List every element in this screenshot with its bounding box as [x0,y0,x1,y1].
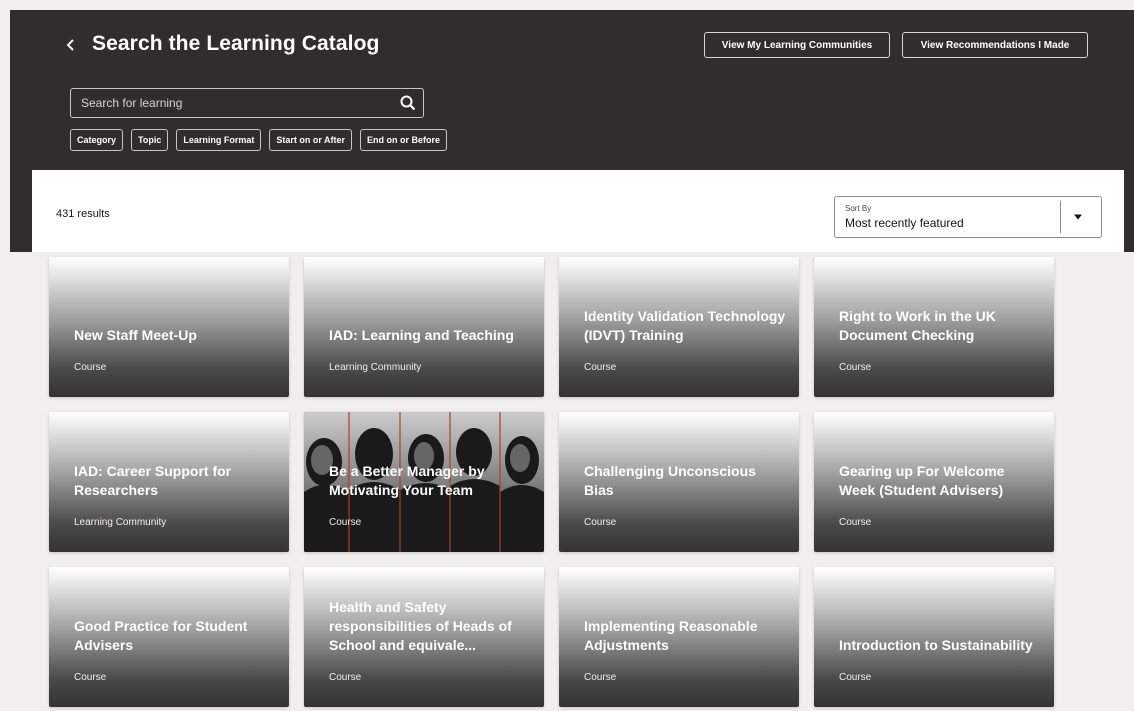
card-title: Identity Validation Technology (IDVT) Tr… [584,308,786,343]
filter-topic[interactable]: Topic [131,129,169,151]
card-title: Introduction to Sustainability [839,637,1033,653]
results-count: 431 results [56,208,110,220]
view-recommendations-button[interactable]: View Recommendations I Made [902,32,1088,58]
card-type: Course [329,672,362,683]
card-title: Good Practice for Student Advisers [74,618,248,653]
card-type: Course [839,517,872,528]
course-card[interactable]: Good Practice for Student Advisers Cours… [49,567,289,707]
page: Search the Learning Catalog View My Lear… [0,0,1134,711]
card-type: Course [584,672,617,683]
filter-end-on-or-before[interactable]: End on or Before [360,129,448,151]
card-type: Course [74,672,107,683]
card-title: IAD: Career Support for Researchers [74,463,232,498]
search-box [70,88,424,118]
sort-by-select[interactable]: Sort By Most recently featured [834,196,1102,238]
sort-divider [1060,201,1061,233]
card-title: Challenging Unconscious Bias [584,463,756,498]
course-card[interactable]: Identity Validation Technology (IDVT) Tr… [559,257,799,397]
search-icon[interactable] [393,89,423,117]
filter-learning-format[interactable]: Learning Format [176,129,262,151]
course-card[interactable]: Right to Work in the UK Document Checkin… [814,257,1054,397]
chevron-left-icon [66,39,74,51]
course-card[interactable]: Introduction to Sustainability Course [814,567,1054,707]
caret-down-icon [1074,214,1082,220]
card-title: Be a Better Manager by Motivating Your T… [329,463,485,498]
card-title: Gearing up For Welcome Week (Student Adv… [839,463,1005,498]
course-card[interactable]: Health and Safety responsibilities of He… [304,567,544,707]
course-card[interactable]: Be a Better Manager by Motivating Your T… [304,412,544,552]
card-type: Course [839,672,872,683]
page-title: Search the Learning Catalog [92,32,380,55]
course-card[interactable]: IAD: Learning and Teaching Learning Comm… [304,257,544,397]
back-button[interactable] [62,34,80,56]
card-type: Course [839,362,872,373]
course-card[interactable]: New Staff Meet-Up Course [49,257,289,397]
card-type: Course [74,362,107,373]
filter-category[interactable]: Category [70,129,124,151]
card-title: Health and Safety responsibilities of He… [329,599,512,653]
card-title: Implementing Reasonable Adjustments [584,618,758,653]
card-type: Course [584,362,617,373]
results-panel: 431 results Sort By Most recently featur… [32,170,1124,252]
filter-start-on-or-after[interactable]: Start on or After [269,129,353,151]
sort-by-label: Sort By [845,204,872,213]
card-type: Learning Community [329,362,422,373]
card-title: New Staff Meet-Up [74,327,197,343]
card-title: Right to Work in the UK Document Checkin… [839,308,996,343]
card-type: Course [584,517,617,528]
filter-chips: Category Topic Learning Format Start on … [70,129,448,151]
search-input[interactable] [81,96,393,110]
card-type: Course [329,517,362,528]
view-learning-communities-button[interactable]: View My Learning Communities [704,32,890,58]
course-card[interactable]: IAD: Career Support for Researchers Lear… [49,412,289,552]
card-type: Learning Community [74,517,167,528]
card-title: IAD: Learning and Teaching [329,327,514,343]
course-card[interactable]: Implementing Reasonable Adjustments Cour… [559,567,799,707]
course-card[interactable]: Gearing up For Welcome Week (Student Adv… [814,412,1054,552]
course-card[interactable]: Challenging Unconscious Bias Course [559,412,799,552]
sort-by-value: Most recently featured [845,216,964,230]
